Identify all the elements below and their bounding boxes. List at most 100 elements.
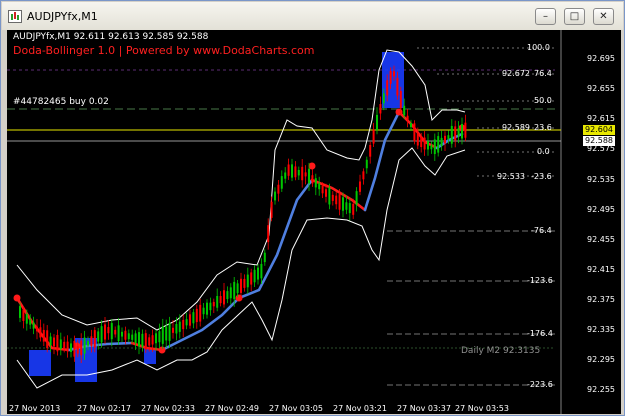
- candle-body: [454, 126, 457, 141]
- candle-body: [117, 325, 120, 341]
- candle-body: [423, 137, 426, 150]
- price-chart[interactable]: AUDJPYfx,M1 92.611 92.613 92.585 92.588 …: [7, 30, 621, 414]
- candle-body: [223, 290, 225, 305]
- candle-body: [148, 337, 151, 346]
- window-title: AUDJPYfx,M1: [27, 10, 98, 23]
- candle-body: [168, 322, 171, 341]
- candle-body: [372, 129, 375, 144]
- candle-body: [280, 176, 283, 189]
- maximize-icon: □: [569, 11, 580, 22]
- candle-body: [287, 164, 290, 176]
- candle-body: [416, 133, 419, 146]
- candle-body: [233, 281, 236, 300]
- candle-body: [182, 319, 185, 330]
- candle-body: [301, 166, 304, 181]
- candle-body: [22, 309, 25, 321]
- candle-body: [192, 312, 195, 324]
- price-axis-tick: 92.495: [587, 205, 615, 214]
- candle-body: [444, 135, 446, 144]
- candle-body: [158, 331, 161, 343]
- band-turn-marker: [395, 108, 403, 116]
- candle-body: [107, 327, 110, 334]
- candle-body: [134, 333, 137, 344]
- candle-body: [399, 90, 402, 109]
- candle-body: [151, 335, 154, 345]
- candle-body: [253, 269, 256, 283]
- level-label: -223.6: [527, 380, 553, 389]
- candle-body: [406, 115, 409, 120]
- candle-body: [63, 341, 66, 349]
- order-price-tag: 92.588: [583, 136, 615, 146]
- time-axis-tick: 27 Nov 03:37: [397, 404, 451, 413]
- candle-body: [236, 283, 239, 294]
- candle-body: [76, 346, 79, 354]
- candle-body: [209, 302, 212, 311]
- candle-body: [359, 181, 361, 192]
- candle-body: [138, 332, 140, 347]
- candle-body: [226, 291, 229, 300]
- level-label: 100.0: [527, 43, 550, 52]
- candle-body: [284, 172, 287, 179]
- ohlc-header: AUDJPYfx,M1 92.611 92.613 92.585 92.588: [13, 32, 209, 42]
- candle-body: [376, 114, 378, 131]
- candle-body: [19, 306, 21, 318]
- order-label: #44782465 buy 0.02: [13, 97, 109, 107]
- candle-body: [433, 139, 436, 155]
- candle-body: [124, 330, 127, 340]
- candle-body: [457, 128, 460, 137]
- candle-body: [352, 203, 355, 215]
- level-label: 0.0: [537, 147, 550, 156]
- time-axis-tick: 27 Nov 02:49: [205, 404, 259, 413]
- price-axis-tick: 92.655: [587, 84, 615, 93]
- candle-body: [345, 202, 348, 210]
- bid-price-tag: 92.604: [583, 125, 615, 135]
- candle-body: [277, 184, 280, 194]
- candle-body: [379, 104, 382, 114]
- candle-body: [212, 301, 215, 307]
- candle-body: [155, 333, 157, 344]
- level-label: -176.4: [527, 329, 553, 338]
- close-button[interactable]: ✕: [593, 8, 614, 25]
- price-axis-tick: 92.615: [587, 114, 615, 123]
- candle-body: [257, 267, 259, 280]
- candle-body: [206, 302, 208, 315]
- chart-window-icon: [8, 10, 22, 23]
- candle-body: [267, 225, 270, 243]
- level-price-label: 92.672: [502, 69, 530, 78]
- candle-body: [144, 333, 147, 350]
- candle-body: [274, 191, 276, 201]
- candle-body: [141, 333, 144, 347]
- candle-body: [308, 168, 310, 184]
- price-axis-tick: 92.375: [587, 295, 615, 304]
- candle-body: [386, 80, 389, 96]
- chart-canvas[interactable]: [7, 30, 621, 414]
- level-label: 50.0: [534, 96, 552, 105]
- candle-body: [202, 307, 205, 315]
- minimize-button[interactable]: –: [535, 8, 556, 25]
- candle-body: [178, 321, 181, 332]
- time-axis-tick: 27 Nov 03:05: [269, 404, 323, 413]
- price-axis-tick: 92.455: [587, 235, 615, 244]
- candle-body: [165, 326, 168, 341]
- candle-body: [420, 136, 423, 148]
- title-bar[interactable]: AUDJPYfx,M1 – □ ✕: [2, 2, 623, 30]
- candle-body: [348, 203, 351, 214]
- candle-body: [450, 125, 453, 144]
- candle-body: [87, 341, 89, 346]
- price-axis-tick: 92.695: [587, 54, 615, 63]
- candle-body: [396, 77, 399, 96]
- band-turn-marker: [308, 162, 316, 170]
- candle-body: [66, 341, 69, 352]
- candle-body: [410, 123, 412, 128]
- candle-body: [189, 314, 191, 326]
- maximize-button[interactable]: □: [564, 8, 585, 25]
- level-label: -76.4: [531, 226, 552, 235]
- candle-body: [240, 278, 242, 293]
- candle-body: [199, 304, 202, 322]
- candle-body: [127, 333, 130, 340]
- candle-body: [291, 164, 293, 178]
- level-label: -123.6: [527, 276, 553, 285]
- minimize-icon: –: [543, 11, 548, 22]
- candle-body: [382, 93, 385, 104]
- candle-body: [39, 327, 42, 338]
